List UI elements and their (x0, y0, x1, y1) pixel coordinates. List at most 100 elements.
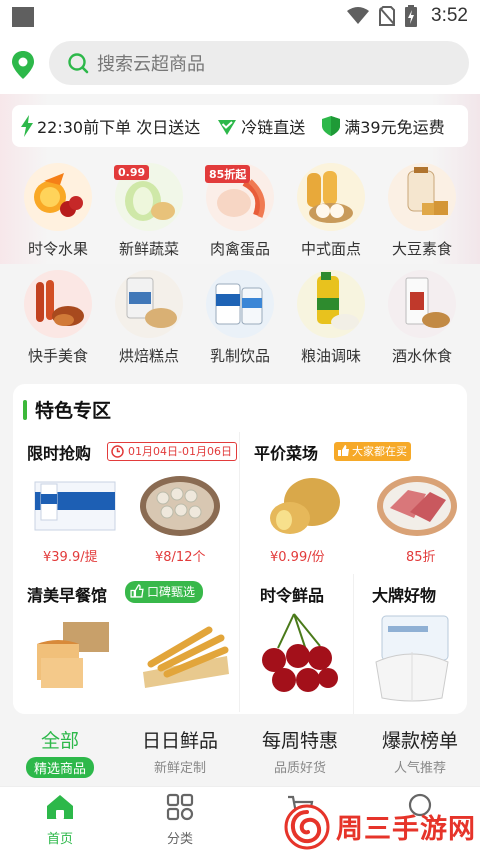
shield-icon (322, 116, 341, 136)
tab-all[interactable]: 全部 精选商品 (0, 726, 120, 778)
tab-title: 爆款榜单 (381, 730, 458, 752)
nav-label: 首页 (46, 832, 73, 847)
tab-subtitle: 精选商品 (25, 757, 94, 778)
flash-sale-date-text: 01月04日-01月06日 (128, 445, 232, 458)
tab-weekly-deals[interactable]: 每周特惠 品质好货 (240, 726, 360, 776)
category-quick-meal[interactable]: 快手美食 (13, 270, 103, 366)
category-label: 新鲜蔬菜 (118, 240, 179, 258)
thumbs-up-icon (338, 445, 349, 456)
category-meat[interactable]: 85折起 肉禽蛋品 (195, 163, 285, 259)
cheap-veg-panel[interactable]: 平价菜场 大家都在买 ¥0.99/份 85折 (240, 432, 467, 570)
category-grid-icon (166, 793, 194, 821)
category-label: 大豆素食 (391, 240, 452, 258)
category-label: 粮油调味 (300, 347, 361, 365)
breakfast-tag: 口碑甄选 (125, 581, 204, 603)
tab-title: 日日鲜品 (141, 730, 218, 752)
promise-cold-chain: 冷链直送 (216, 114, 305, 138)
category-discount-badge: 85折起 (205, 165, 251, 183)
category-label: 烘焙糕点 (118, 347, 179, 365)
notification-icon (12, 7, 34, 27)
seasonal-title: 时令鲜品 (260, 586, 325, 605)
breakfast-tag-text: 口碑甄选 (147, 585, 196, 599)
flash-sale-price: ¥39.9/提 (43, 550, 98, 565)
thumbs-up-icon (130, 584, 144, 598)
category-dairy[interactable]: 乳制饮品 (195, 270, 285, 366)
potato-image (270, 478, 340, 534)
promise-delivery-text: 22:30前下单 次日送达 (37, 118, 201, 137)
search-input[interactable]: 搜索云超商品 (49, 41, 469, 85)
oil-icon (297, 270, 365, 338)
feature-zone-title: 特色专区 (35, 400, 112, 422)
cherries-image (262, 613, 338, 692)
category-bun[interactable]: 中式面点 (286, 163, 376, 259)
cheap-veg-tag: 大家都在买 (334, 442, 411, 461)
promise-free-shipping: 满39元免运费 (321, 114, 445, 138)
category-grain-oil[interactable]: 粮油调味 (286, 270, 376, 366)
tab-hot-ranking[interactable]: 爆款榜单 人气推荐 (360, 726, 480, 776)
milk-icon (206, 270, 274, 338)
category-soy[interactable]: 大豆素食 (377, 163, 467, 259)
fruit-icon (24, 163, 92, 231)
pork-meat-image (377, 476, 457, 536)
tab-title: 全部 (40, 730, 79, 752)
category-label: 时令水果 (27, 240, 88, 258)
flash-sale-panel[interactable]: 限时抢购 01月04日-01月06日 ¥39.9/提 ¥8/12个 (13, 432, 239, 570)
tab-title: 每周特惠 (261, 730, 338, 752)
category-liquor[interactable]: 酒水休食 (377, 270, 467, 366)
product-tabs: 全部 精选商品 日日鲜品 新鲜定制 每周特惠 品质好货 爆款榜单 人气推荐 (0, 722, 480, 786)
status-bar: 3:52 (0, 0, 480, 32)
soy-icon (388, 163, 456, 231)
category-vegetable[interactable]: 0.99 新鲜蔬菜 (104, 163, 194, 259)
status-icons: 3:52 (347, 4, 468, 28)
feature-zone-card: 特色专区 限时抢购 01月04日-01月06日 ¥39.9/提 ¥8/12个 平… (13, 384, 467, 714)
flash-sale-date-tag: 01月04日-01月06日 (107, 442, 237, 461)
category-label: 酒水休食 (391, 347, 452, 365)
toast-bread-image (37, 622, 109, 688)
cheap-veg-title: 平价菜场 (254, 444, 319, 463)
search-placeholder: 搜索云超商品 (97, 54, 205, 75)
promise-cold-chain-text: 冷链直送 (241, 118, 306, 137)
category-label: 乳制饮品 (209, 347, 270, 365)
promise-delivery: 22:30前下单 次日送达 (20, 114, 200, 138)
category-label: 肉禽蛋品 (209, 240, 270, 258)
wifi-icon (347, 7, 370, 24)
brands-title: 大牌好物 (372, 586, 437, 605)
nav-home[interactable]: 首页 (20, 793, 100, 847)
breadsticks-image (143, 626, 229, 688)
promise-free-shipping-text: 满39元免运费 (344, 118, 445, 137)
status-time: 3:52 (431, 5, 468, 26)
category-price-badge: 0.99 (114, 165, 150, 180)
search-row: 搜索云超商品 (0, 32, 480, 94)
clock-icon (111, 445, 124, 458)
search-icon (68, 53, 89, 74)
no-sim-icon (379, 6, 396, 26)
check-badge-icon (218, 120, 237, 135)
battery-icon (405, 5, 418, 27)
category-grid: 时令水果 0.99 新鲜蔬菜 85折起 肉禽蛋品 中式面点 大豆素食 快手美食 (0, 160, 480, 370)
watermark-text: 周三手游网 (336, 814, 476, 845)
tab-daily-fresh[interactable]: 日日鲜品 新鲜定制 (120, 726, 240, 776)
bun-icon (297, 163, 365, 231)
cheap-veg-price: ¥0.99/份 (270, 550, 325, 565)
breakfast-title: 清美早餐馆 (27, 586, 108, 605)
watermark-logo-icon (284, 804, 330, 849)
service-promise-bar: 22:30前下单 次日送达 冷链直送 满39元免运费 (12, 105, 468, 147)
watermark: 周三手游网 (284, 800, 480, 853)
category-label: 中式面点 (300, 240, 361, 258)
cheap-veg-tag-text: 大家都在买 (352, 445, 407, 458)
location-pin-icon[interactable] (10, 50, 36, 80)
flash-sale-price: ¥8/12个 (155, 550, 206, 565)
chicken-wing-icon (24, 270, 92, 338)
brands-panel[interactable]: 大牌好物 (354, 574, 467, 714)
lightning-icon (21, 115, 33, 137)
category-bakery[interactable]: 烘焙糕点 (104, 270, 194, 366)
seasonal-panel[interactable]: 时令鲜品 (240, 574, 353, 714)
breakfast-panel[interactable]: 清美早餐馆 口碑甄选 (13, 574, 239, 714)
cheap-veg-discount: 85折 (406, 550, 436, 565)
nav-category[interactable]: 分类 (140, 793, 220, 847)
dumpling-plate-image (140, 476, 220, 536)
tab-subtitle: 新鲜定制 (153, 761, 206, 776)
home-icon (47, 795, 73, 819)
bread-icon (115, 270, 183, 338)
category-fruit[interactable]: 时令水果 (13, 163, 103, 259)
